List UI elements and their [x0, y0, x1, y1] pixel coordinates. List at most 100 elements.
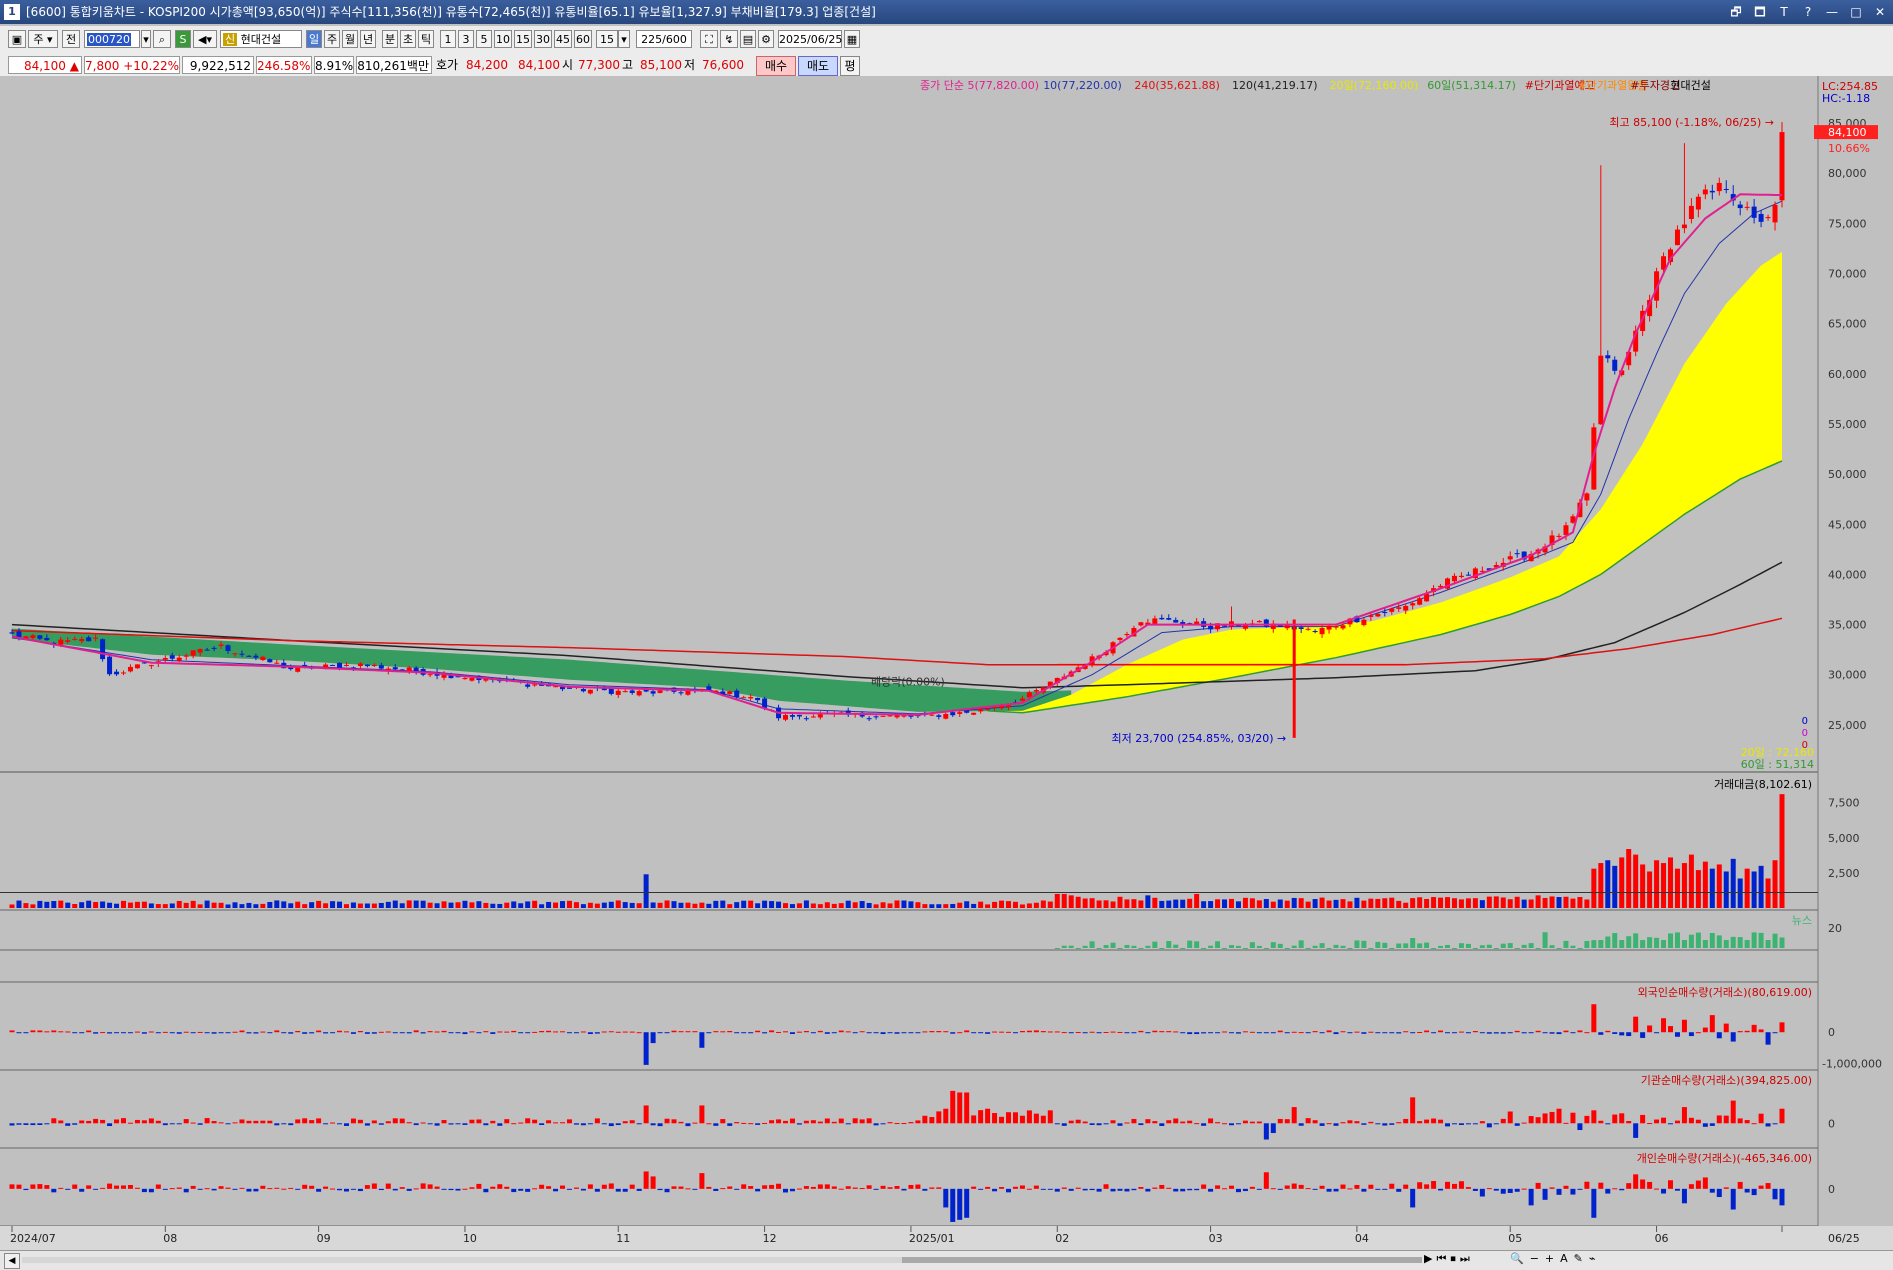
sound-icon[interactable]: ◀▾: [193, 30, 217, 48]
interval-1[interactable]: 1: [440, 30, 456, 48]
zoom-out-icon[interactable]: −: [1530, 1252, 1539, 1265]
institution-net-bar: [1110, 1120, 1116, 1124]
news-bar: [1758, 932, 1764, 948]
institution-net-bar: [1396, 1122, 1402, 1124]
foreign-net-bar: [434, 1031, 440, 1033]
foreign-net-bar: [1319, 1032, 1325, 1034]
foreign-net-bar: [720, 1031, 726, 1033]
volume-bar: [1096, 900, 1102, 908]
news-bar: [1486, 944, 1492, 948]
save-icon[interactable]: ▤: [740, 30, 756, 48]
last-icon[interactable]: ⏭: [1460, 1252, 1470, 1266]
volume-bar: [1326, 900, 1332, 908]
institution-net-bar: [1654, 1119, 1660, 1124]
calendar-icon[interactable]: ▦: [844, 30, 860, 48]
tab-second[interactable]: 초: [400, 30, 416, 48]
institution-net-bar: [1479, 1121, 1485, 1124]
trend-tool-icon[interactable]: ↯: [720, 30, 738, 48]
period-select[interactable]: 주 ▾: [28, 30, 58, 48]
scrollbar-track[interactable]: [22, 1257, 1422, 1263]
news-bar: [1493, 948, 1499, 949]
tab-weekly[interactable]: 주: [324, 30, 340, 48]
count-field[interactable]: 225/600: [636, 30, 692, 48]
settings-icon[interactable]: ⚙: [758, 30, 774, 48]
interval-60[interactable]: 60: [574, 30, 592, 48]
dividend-annotation: 배당락(0.00%): [871, 676, 945, 689]
individual-net-bar: [288, 1187, 294, 1189]
date-input[interactable]: 2025/06/25: [778, 30, 842, 48]
candle-body: [810, 716, 816, 718]
scroll-left-icon[interactable]: ◀: [4, 1253, 20, 1269]
change-pct: +10.22%: [123, 59, 179, 73]
candle-body: [378, 665, 384, 669]
maximize-icon[interactable]: □: [1849, 0, 1863, 24]
interval-custom[interactable]: 15: [596, 30, 618, 48]
prev-button[interactable]: 전: [62, 30, 80, 48]
first-icon[interactable]: ⏮: [1436, 1252, 1446, 1266]
candle-body: [246, 655, 252, 657]
stock-name-field[interactable]: 신 현대건설: [220, 30, 302, 48]
individual-net-bar: [37, 1184, 43, 1189]
volume-bar: [295, 901, 301, 908]
close-icon[interactable]: ✕: [1873, 0, 1887, 24]
text-icon[interactable]: T: [1777, 0, 1791, 24]
wave-icon[interactable]: ⌁: [1589, 1252, 1596, 1265]
individual-net-bar: [1187, 1188, 1193, 1191]
buy-button[interactable]: 매수: [756, 56, 796, 76]
volume-bar: [1758, 865, 1764, 908]
play-icon[interactable]: ▶: [1424, 1252, 1432, 1266]
foreign-net-bar: [950, 1032, 956, 1034]
legend-item: 현대건설: [1670, 79, 1710, 92]
volume-bar: [1263, 899, 1269, 908]
maximize-layout-icon[interactable]: 🗖: [1753, 0, 1767, 24]
volume-bar: [594, 903, 600, 908]
interval-5[interactable]: 5: [476, 30, 492, 48]
institution-net-bar: [615, 1123, 621, 1126]
text-tool-icon[interactable]: A: [1560, 1252, 1568, 1265]
tab-daily[interactable]: 일: [306, 30, 322, 48]
interval-45[interactable]: 45: [554, 30, 572, 48]
volume-bar: [1647, 871, 1653, 908]
volume-bar: [148, 903, 154, 908]
minimize-icon[interactable]: —: [1825, 0, 1839, 24]
interval-15[interactable]: 15: [514, 30, 532, 48]
individual-net-bar: [817, 1184, 823, 1189]
foreign-net-bar: [1305, 1032, 1311, 1034]
institution-net-bar: [1668, 1123, 1674, 1125]
search-icon[interactable]: ⌕: [153, 30, 171, 48]
restore-layout-icon[interactable]: 🗗: [1729, 0, 1743, 24]
sync-icon[interactable]: S: [175, 30, 191, 48]
candle-body: [399, 669, 405, 671]
draw-icon[interactable]: ✎: [1574, 1252, 1583, 1265]
chart-tool-icon[interactable]: ⛶: [700, 30, 718, 48]
help-icon[interactable]: ?: [1801, 0, 1815, 24]
tab-tick[interactable]: 틱: [418, 30, 434, 48]
volume-bar: [1340, 899, 1346, 908]
interval-3[interactable]: 3: [458, 30, 474, 48]
zoom-in-icon[interactable]: +: [1545, 1252, 1554, 1265]
interval-dropdown-icon[interactable]: ▾: [618, 30, 630, 48]
candle-body: [204, 649, 210, 651]
individual-net-bar: [957, 1188, 963, 1220]
interval-10[interactable]: 10: [494, 30, 512, 48]
sell-button[interactable]: 매도: [798, 56, 838, 76]
code-dropdown-icon[interactable]: ▾: [141, 30, 151, 48]
tab-minute[interactable]: 분: [382, 30, 398, 48]
individual-net-bar: [671, 1186, 677, 1189]
chart-area[interactable]: 85,00080,00075,00070,00065,00060,00055,0…: [0, 76, 1893, 1250]
candle-body: [608, 688, 614, 694]
layout-icon[interactable]: ▣: [8, 30, 26, 48]
scrollbar-thumb[interactable]: [902, 1257, 1422, 1263]
volume-bar: [776, 901, 782, 908]
individual-net-bar: [1751, 1188, 1757, 1196]
avg-button[interactable]: 평: [840, 56, 860, 76]
tab-monthly[interactable]: 월: [342, 30, 358, 48]
volume-bar: [817, 904, 823, 908]
stop-icon[interactable]: ⏹: [1450, 1252, 1456, 1266]
news-bar: [1333, 944, 1339, 948]
interval-30[interactable]: 30: [534, 30, 552, 48]
stock-code-input[interactable]: 000720: [84, 30, 140, 48]
tab-yearly[interactable]: 년: [360, 30, 376, 48]
magnifier-icon[interactable]: 🔍: [1510, 1252, 1524, 1265]
individual-net-bar: [16, 1184, 22, 1189]
